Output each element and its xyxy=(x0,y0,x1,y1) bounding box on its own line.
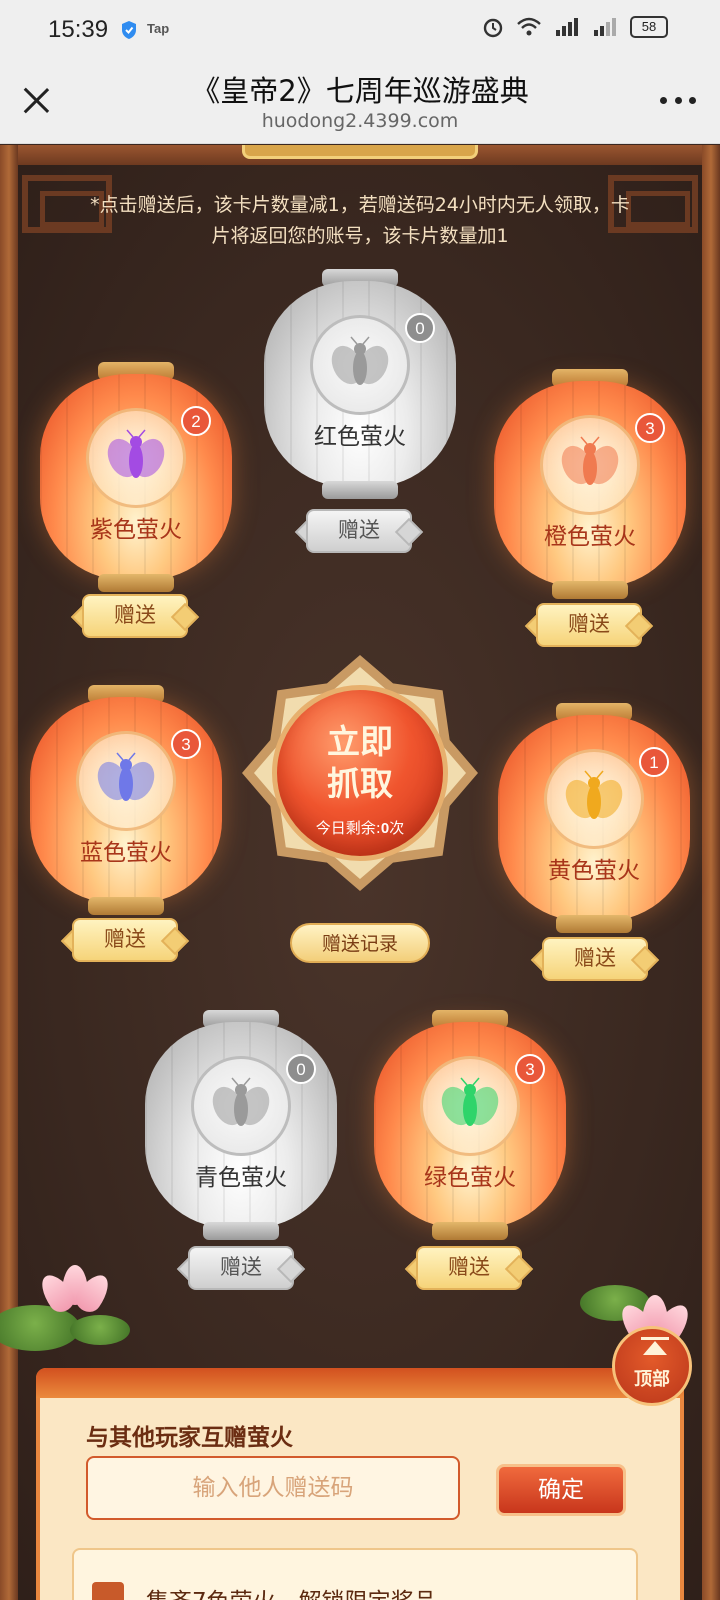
grab-remaining: 今日剩余:0次 xyxy=(315,819,405,837)
gift-record-button[interactable]: 赠送记录 xyxy=(290,923,430,963)
lantern-label: 红色萤火 xyxy=(314,424,406,450)
lantern-bottom-cap xyxy=(432,1222,508,1240)
arrow-up-icon xyxy=(643,1341,667,1355)
gift-button-orange[interactable]: 赠送 xyxy=(528,603,650,647)
exchange-panel: 与其他玩家互赠萤火 确定 集齐7色萤火，解锁限定奖品 xyxy=(36,1368,684,1600)
count-badge: 3 xyxy=(635,413,665,443)
firefly-icon xyxy=(561,436,619,485)
grab-now-button[interactable]: 立即 抓取 今日剩余:0次 xyxy=(242,655,478,891)
browser-header: 《皇帝2》七周年巡游盛典 huodong2.4399.com xyxy=(0,60,720,144)
count-badge: 1 xyxy=(639,747,669,777)
lantern-yellow: 1 黄色萤火 xyxy=(498,703,690,933)
wifi-icon xyxy=(517,17,541,36)
lantern-blue: 3 蓝色萤火 xyxy=(30,685,222,915)
lantern-bottom-cap xyxy=(98,574,174,592)
gift-button-red[interactable]: 赠送 xyxy=(298,509,420,553)
gift-button-green[interactable]: 赠送 xyxy=(408,1246,530,1290)
gift-button-cyan[interactable]: 赠送 xyxy=(180,1246,302,1290)
gift-button-purple[interactable]: 赠送 xyxy=(74,594,196,638)
confirm-button[interactable]: 确定 xyxy=(496,1464,626,1516)
lantern-label: 绿色萤火 xyxy=(424,1165,516,1191)
page-url: huodong2.4399.com xyxy=(261,110,459,132)
lantern-purple: 2 紫色萤火 xyxy=(40,362,232,592)
lantern-label: 蓝色萤火 xyxy=(80,840,172,866)
lantern-label: 青色萤火 xyxy=(195,1165,287,1191)
lotus-flower xyxy=(34,1265,116,1317)
top-plaque xyxy=(242,145,478,159)
gift-code-input[interactable] xyxy=(86,1456,460,1520)
collect-task-card: 集齐7色萤火，解锁限定奖品 xyxy=(72,1548,638,1600)
firefly-icon xyxy=(331,336,389,385)
count-badge: 3 xyxy=(515,1054,545,1084)
lantern-green: 3 绿色萤火 xyxy=(374,1010,566,1240)
alarm-icon xyxy=(483,18,503,38)
gift-button-yellow[interactable]: 赠送 xyxy=(534,937,656,981)
firefly-icon xyxy=(212,1077,270,1126)
top-bar-icon xyxy=(641,1337,669,1340)
lantern-cyan: 0 青色萤火 xyxy=(145,1010,337,1240)
status-bar: 15:39 Tap 58 xyxy=(0,0,720,60)
lantern-bottom-cap xyxy=(552,581,628,599)
signal-icon xyxy=(554,16,580,38)
exchange-title: 与其他玩家互赠萤火 xyxy=(86,1425,293,1451)
lantern-bottom-cap xyxy=(203,1222,279,1240)
gift-button-blue[interactable]: 赠送 xyxy=(64,918,186,962)
panel-header xyxy=(36,1368,684,1398)
lantern-bottom-cap xyxy=(556,915,632,933)
lantern-red: 0 红色萤火 xyxy=(264,269,456,499)
back-to-top-button[interactable]: 顶部 xyxy=(612,1326,692,1406)
frame-left xyxy=(0,145,18,1600)
gift-box-icon xyxy=(92,1582,124,1600)
firefly-icon xyxy=(97,752,155,801)
lantern-label: 橙色萤火 xyxy=(544,524,636,550)
lantern-label: 紫色萤火 xyxy=(90,517,182,543)
count-badge: 3 xyxy=(171,729,201,759)
firefly-icon xyxy=(441,1077,499,1126)
shield-icon xyxy=(122,21,136,39)
lantern-bottom-cap xyxy=(322,481,398,499)
signal-icon xyxy=(592,16,618,38)
event-page: *点击赠送后，该卡片数量减1，若赠送码24小时内无人领取，卡片将返回您的账号，该… xyxy=(0,145,720,1600)
task-text: 集齐7色萤火，解锁限定奖品 xyxy=(146,1582,437,1600)
lantern-label: 黄色萤火 xyxy=(548,858,640,884)
firefly-icon xyxy=(565,770,623,819)
gift-notice: *点击赠送后，该卡片数量减1，若赠送码24小时内无人领取，卡片将返回您的账号，该… xyxy=(90,194,630,247)
battery-icon: 58 xyxy=(630,16,668,38)
count-badge: 0 xyxy=(405,313,435,343)
frame-right xyxy=(702,145,720,1600)
lotus-leaf xyxy=(70,1315,130,1345)
firefly-icon xyxy=(107,429,165,478)
page-title: 《皇帝2》七周年巡游盛典 xyxy=(191,74,529,108)
more-options-icon[interactable] xyxy=(660,97,696,105)
lantern-bottom-cap xyxy=(88,897,164,915)
lantern-orange: 3 橙色萤火 xyxy=(494,369,686,599)
tap-app-icon: Tap xyxy=(147,21,170,36)
status-time: 15:39 xyxy=(48,16,109,43)
count-badge: 0 xyxy=(286,1054,316,1084)
count-badge: 2 xyxy=(181,406,211,436)
grab-title: 立即 抓取 xyxy=(327,722,393,803)
